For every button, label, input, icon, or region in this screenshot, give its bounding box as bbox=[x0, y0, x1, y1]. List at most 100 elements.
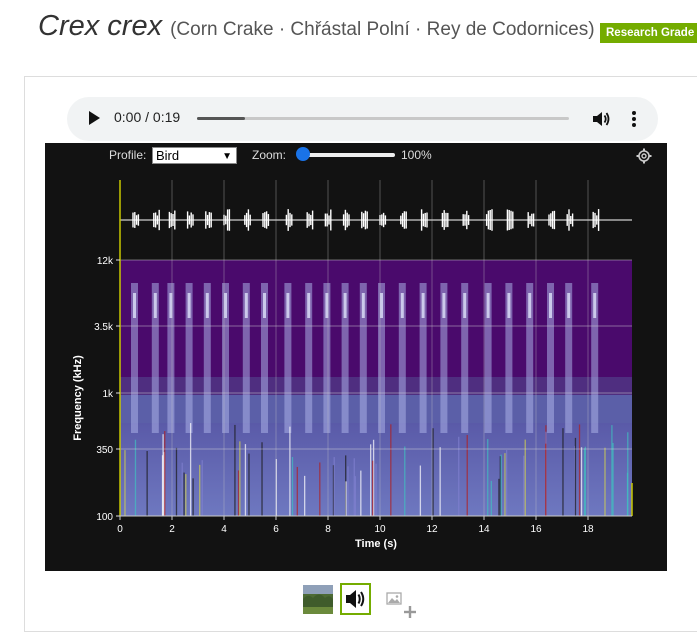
noise-streak bbox=[248, 453, 250, 516]
noise-streak bbox=[390, 424, 392, 516]
call-peak bbox=[153, 293, 157, 318]
noise-streak bbox=[490, 480, 492, 516]
x-tick-label: 8 bbox=[325, 524, 331, 535]
noise-streak bbox=[504, 453, 506, 516]
noise-streak bbox=[404, 446, 406, 516]
noise-streak bbox=[371, 460, 374, 516]
speaker-icon bbox=[346, 590, 365, 608]
noise-streak bbox=[353, 458, 355, 516]
noise-streak bbox=[523, 455, 525, 516]
noise-streak bbox=[370, 444, 372, 516]
observation-title: Crex crex (Corn Crake · Chřástal Polní ·… bbox=[38, 10, 595, 54]
mid-frequency-band bbox=[120, 377, 632, 395]
y-axis: 12k 3.5k 1k 350 100 bbox=[94, 256, 120, 523]
progress-fill bbox=[197, 117, 246, 120]
audio-thumbnail[interactable] bbox=[340, 583, 371, 615]
x-axis-label: Time (s) bbox=[355, 538, 397, 550]
common-names: (Corn Crake · Chřástal Polní · Rey de Co… bbox=[170, 19, 595, 40]
noise-streak bbox=[239, 441, 241, 516]
call-peak bbox=[486, 293, 490, 318]
noise-streak bbox=[505, 449, 508, 516]
noise-streak bbox=[562, 428, 564, 516]
noise-streak bbox=[466, 435, 468, 516]
noise-streak bbox=[545, 443, 547, 516]
noise-streak bbox=[611, 425, 613, 516]
x-tick-label: 18 bbox=[582, 524, 594, 535]
noise-streak bbox=[237, 470, 240, 516]
progress-bar[interactable] bbox=[197, 117, 569, 120]
call-peak bbox=[343, 293, 347, 318]
x-tick-label: 14 bbox=[478, 524, 490, 535]
noise-streak bbox=[524, 439, 526, 516]
noise-streak bbox=[375, 463, 377, 516]
x-tick-label: 10 bbox=[374, 524, 386, 535]
noise-streak bbox=[612, 443, 614, 516]
noise-streak bbox=[580, 447, 583, 516]
noise-streak bbox=[192, 478, 194, 516]
noise-streak bbox=[296, 466, 298, 516]
call-peak bbox=[361, 293, 365, 318]
noise-streak bbox=[185, 474, 187, 516]
call-peak bbox=[400, 293, 404, 318]
noise-streak bbox=[124, 450, 126, 516]
call-peak bbox=[286, 293, 290, 318]
call-peak bbox=[263, 293, 266, 318]
noise-streak bbox=[304, 475, 306, 516]
x-tick-label: 0 bbox=[117, 524, 123, 535]
x-axis: 0 2 4 6 8 10 12 14 16 18 bbox=[117, 515, 632, 535]
noise-streak bbox=[291, 457, 294, 516]
call-peak bbox=[567, 293, 571, 318]
noise-streak bbox=[183, 472, 185, 516]
y-tick-label: 350 bbox=[96, 445, 113, 456]
x-tick-label: 4 bbox=[221, 524, 227, 535]
y-axis-label: Frequency (kHz) bbox=[72, 355, 84, 441]
call-peak bbox=[593, 293, 597, 318]
waveform bbox=[120, 209, 632, 231]
audio-player: 0:00 / 0:19 bbox=[67, 97, 658, 141]
play-icon[interactable] bbox=[89, 111, 100, 125]
y-tick-label: 3.5k bbox=[94, 322, 114, 333]
x-tick-label: 2 bbox=[169, 524, 175, 535]
x-tick-label: 6 bbox=[273, 524, 279, 535]
noise-streak bbox=[189, 423, 192, 516]
scientific-name: Crex crex bbox=[38, 10, 163, 42]
call-peak bbox=[442, 293, 446, 318]
noise-streak bbox=[347, 466, 349, 516]
noise-streak bbox=[289, 426, 291, 516]
add-media-button[interactable] bbox=[385, 589, 417, 624]
noise-streak bbox=[500, 454, 502, 516]
low-mid-frequency-band bbox=[120, 395, 632, 423]
call-peak bbox=[205, 293, 209, 318]
noise-streak bbox=[354, 476, 357, 516]
spectrogram-viewer: Profile: Bird ▼ Zoom: 100% 12k 3.5k 1k 3… bbox=[45, 143, 667, 571]
noise-streak bbox=[487, 439, 489, 516]
high-frequency-band bbox=[120, 260, 632, 377]
call-peak bbox=[507, 293, 511, 318]
noise-streak bbox=[627, 432, 629, 516]
call-peak bbox=[244, 293, 248, 318]
x-tick-label: 16 bbox=[530, 524, 542, 535]
y-tick-label: 12k bbox=[97, 256, 114, 267]
more-options-icon[interactable] bbox=[631, 109, 637, 134]
photo-thumbnail[interactable] bbox=[303, 585, 333, 614]
noise-streak bbox=[498, 478, 500, 516]
noise-streak bbox=[234, 424, 236, 516]
noise-streak bbox=[432, 428, 434, 516]
call-peak bbox=[463, 293, 467, 318]
call-peak bbox=[307, 293, 311, 318]
noise-streak bbox=[584, 446, 587, 516]
noise-streak bbox=[164, 431, 166, 516]
noise-streak bbox=[175, 447, 178, 516]
spectrogram-plot[interactable]: 12k 3.5k 1k 350 100 0 2 4 6 8 10 12 14 16 18 Frequenc… bbox=[45, 143, 667, 571]
quality-grade-badge: Research Grade bbox=[600, 23, 697, 43]
noise-streak bbox=[146, 451, 148, 516]
volume-icon[interactable] bbox=[591, 109, 611, 134]
noise-streak bbox=[439, 447, 441, 516]
noise-streak bbox=[244, 444, 247, 516]
noise-streak bbox=[134, 439, 137, 516]
x-tick-label: 12 bbox=[426, 524, 438, 535]
noise-streak bbox=[578, 424, 581, 516]
call-peak bbox=[133, 293, 136, 318]
noise-streak bbox=[162, 434, 164, 516]
call-peak bbox=[187, 293, 191, 318]
